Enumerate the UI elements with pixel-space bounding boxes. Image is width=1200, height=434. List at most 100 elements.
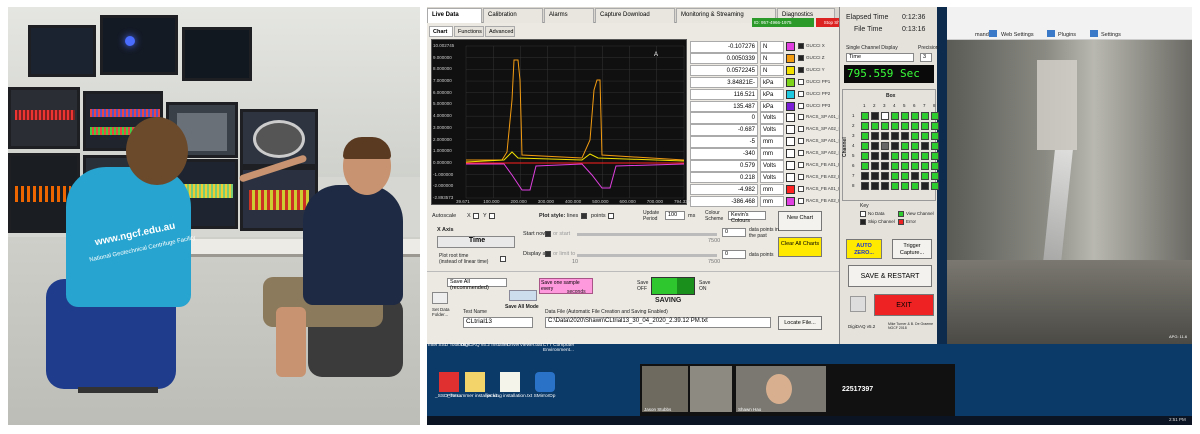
box-channel-cell[interactable] [921, 132, 929, 140]
box-channel-cell[interactable] [881, 182, 889, 190]
box-channel-cell[interactable] [911, 162, 919, 170]
tab-calibration[interactable]: Calibration [483, 8, 543, 23]
precision-input[interactable]: 3 [920, 53, 932, 62]
lines-checkbox[interactable] [581, 213, 587, 219]
channel-color-swatch[interactable] [786, 113, 795, 123]
channel-visible-checkbox[interactable] [798, 185, 804, 192]
channel-visible-checkbox[interactable] [798, 90, 804, 97]
channel-visible-checkbox[interactable] [798, 150, 804, 157]
channel-visible-checkbox[interactable] [798, 54, 804, 61]
box-channel-cell[interactable] [901, 162, 909, 170]
box-channel-cell[interactable] [911, 152, 919, 160]
box-channel-cell[interactable] [881, 152, 889, 160]
box-channel-cell[interactable] [881, 172, 889, 180]
box-channel-cell[interactable] [871, 162, 879, 170]
box-channel-cell[interactable] [931, 132, 939, 140]
box-channel-cell[interactable] [921, 122, 929, 130]
channel-color-swatch[interactable] [786, 42, 795, 51]
box-channel-cell[interactable] [891, 132, 899, 140]
box-channel-cell[interactable] [861, 122, 869, 130]
limit-slider[interactable] [577, 254, 717, 257]
box-channel-cell[interactable] [871, 142, 879, 150]
channel-color-swatch[interactable] [786, 196, 795, 206]
box-channel-cell[interactable] [921, 142, 929, 150]
box-channel-cell[interactable] [931, 112, 939, 120]
box-channel-cell[interactable] [901, 172, 909, 180]
box-channel-cell[interactable] [901, 142, 909, 150]
box-channel-cell[interactable] [911, 112, 919, 120]
box-channel-cell[interactable] [881, 132, 889, 140]
box-channel-cell[interactable] [901, 112, 909, 120]
test-name-input[interactable]: CLtrial13 [463, 317, 533, 328]
box-channel-cell[interactable] [891, 122, 899, 130]
channel-visible-checkbox[interactable] [798, 43, 804, 49]
channel-visible-checkbox[interactable] [798, 102, 804, 109]
box-channel-cell[interactable] [931, 182, 939, 190]
box-channel-cell[interactable] [931, 142, 939, 150]
box-channel-cell[interactable] [871, 132, 879, 140]
box-channel-cell[interactable] [911, 182, 919, 190]
box-channel-cell[interactable] [921, 182, 929, 190]
box-channel-cell[interactable] [901, 132, 909, 140]
save-toggle[interactable] [651, 277, 695, 295]
channel-color-swatch[interactable] [786, 161, 795, 170]
box-channel-cell[interactable] [871, 122, 879, 130]
box-channel-cell[interactable] [901, 182, 909, 190]
box-channel-cell[interactable] [861, 132, 869, 140]
box-channel-cell[interactable] [881, 122, 889, 130]
start-input[interactable]: 0 [722, 228, 746, 237]
box-channel-cell[interactable] [891, 172, 899, 180]
points-checkbox[interactable] [608, 213, 614, 219]
display-all-checkbox[interactable] [545, 251, 551, 257]
box-channel-cell[interactable] [871, 172, 879, 180]
save-mode-select[interactable]: Save All (recommended) [447, 278, 507, 291]
box-channel-cell[interactable] [861, 162, 869, 170]
subtab-advanced[interactable]: Advanced [485, 26, 515, 37]
channel-visible-checkbox[interactable] [798, 114, 804, 121]
save-restart-button[interactable]: SAVE & RESTART [848, 265, 932, 287]
box-channel-cell[interactable] [921, 112, 929, 120]
start-slider[interactable] [577, 233, 717, 236]
channel-visible-checkbox[interactable] [798, 126, 804, 133]
plot-root-checkbox[interactable] [500, 256, 506, 262]
channel-color-swatch[interactable] [786, 125, 795, 135]
channel-visible-checkbox[interactable] [798, 162, 804, 168]
trigger-capture-button[interactable]: Trigger Capture... [892, 239, 932, 259]
update-period-input[interactable]: 100 [665, 211, 685, 220]
settings-button[interactable]: Settings [1101, 32, 1121, 38]
plugins-button[interactable]: Plugins [1058, 32, 1076, 38]
box-channel-cell[interactable] [921, 172, 929, 180]
desktop-icon-smirrordp[interactable]: SMirrorDp [517, 372, 572, 399]
box-channel-cell[interactable] [861, 182, 869, 190]
folder-icon[interactable] [432, 292, 448, 304]
channel-color-swatch[interactable] [786, 77, 795, 87]
channel-color-swatch[interactable] [786, 89, 795, 99]
channel-visible-checkbox[interactable] [798, 78, 804, 85]
desktop-icon-ct7[interactable]: CT7 Computer Environment... [531, 343, 586, 353]
channel-color-swatch[interactable] [786, 101, 795, 111]
autoscale-y-checkbox[interactable] [489, 213, 495, 219]
web-settings-button[interactable]: Web Settings [1001, 32, 1034, 38]
box-channel-cell[interactable] [911, 142, 919, 150]
box-channel-cell[interactable] [881, 162, 889, 170]
exit-button[interactable]: EXIT [874, 294, 934, 316]
channel-color-swatch[interactable] [786, 149, 795, 159]
box-channel-cell[interactable] [921, 152, 929, 160]
box-channel-cell[interactable] [931, 162, 939, 170]
box-channel-cell[interactable] [901, 152, 909, 160]
box-channel-cell[interactable] [901, 122, 909, 130]
data-file-input[interactable]: C:\Data\2020\Shawn\CLtrial13_30_04_2020_… [545, 317, 771, 328]
box-channel-cell[interactable] [911, 132, 919, 140]
box-channel-cell[interactable] [871, 152, 879, 160]
box-channel-cell[interactable] [861, 112, 869, 120]
subtab-chart[interactable]: Chart [429, 26, 453, 37]
channel-select[interactable]: Time [846, 53, 914, 62]
channel-color-swatch[interactable] [786, 53, 795, 63]
auto-zero-button[interactable]: AUTO ZERO... [846, 239, 882, 259]
autoscale-x-checkbox[interactable] [473, 213, 479, 219]
clear-all-charts-button[interactable]: Clear All Charts [778, 237, 822, 257]
box-channel-cell[interactable] [881, 112, 889, 120]
channel-visible-checkbox[interactable] [798, 173, 804, 180]
subtab-functions[interactable]: Functions [454, 26, 484, 37]
new-chart-button[interactable]: New Chart [778, 211, 822, 231]
